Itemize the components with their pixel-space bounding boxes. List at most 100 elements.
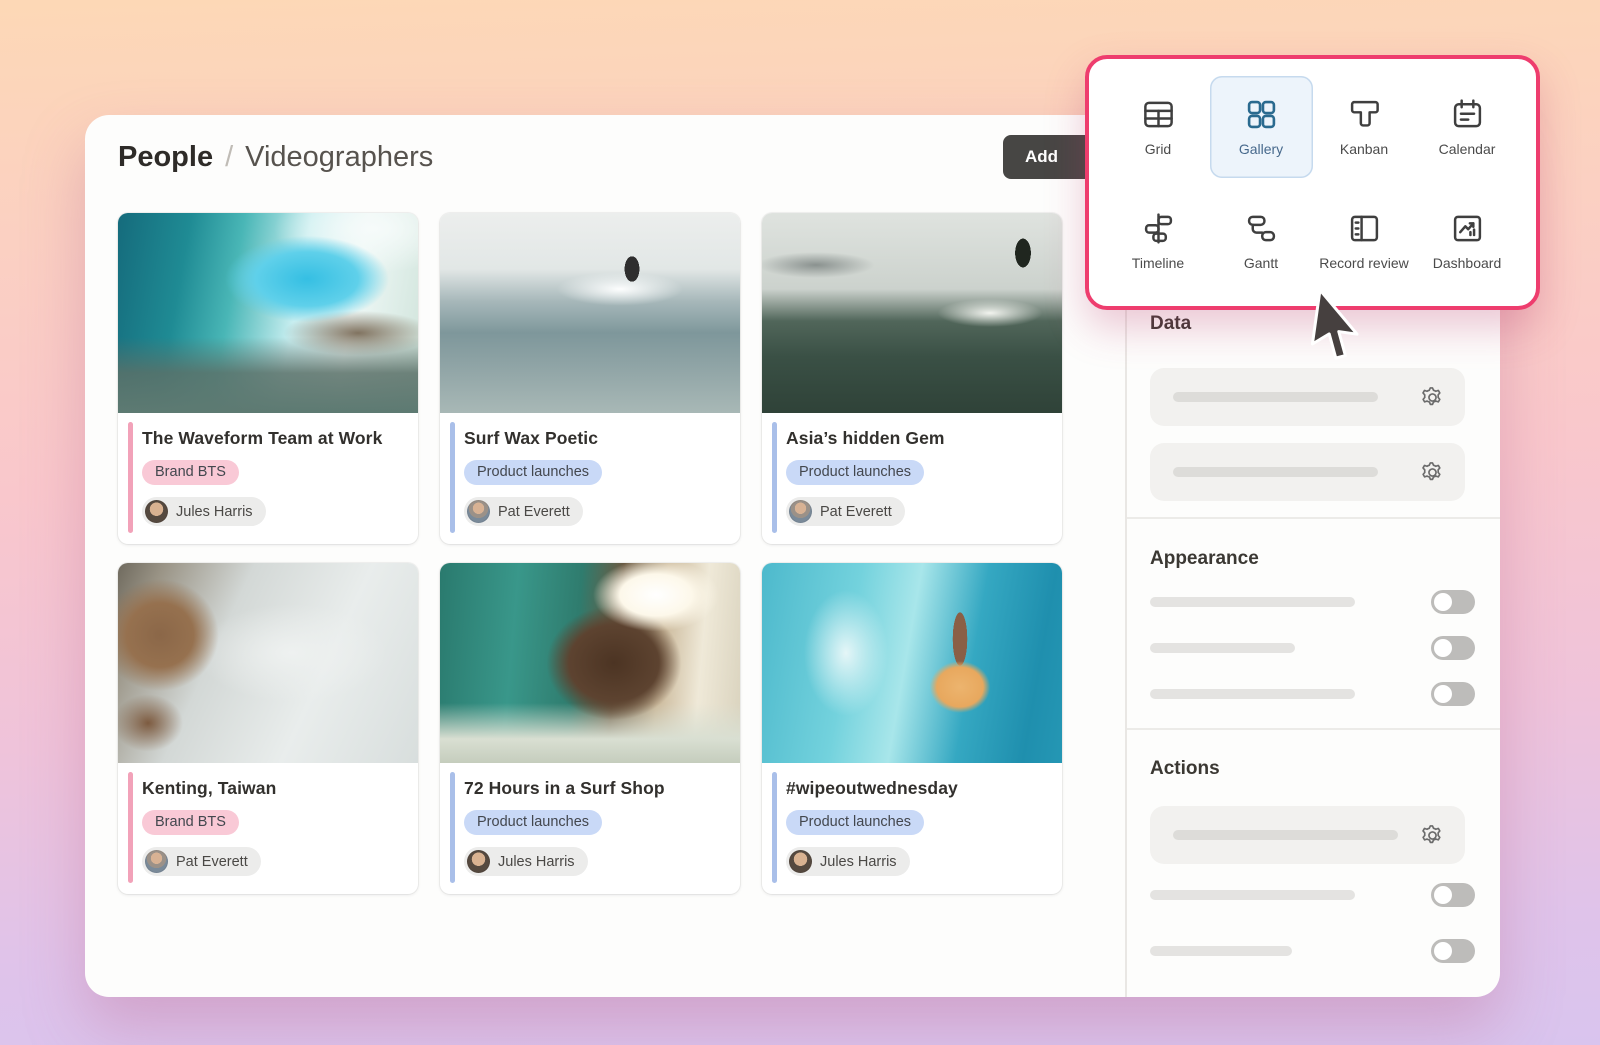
breadcrumb: People / Videographers xyxy=(118,141,433,174)
card-body: 72 Hours in a Surf Shop Product launches… xyxy=(440,763,740,890)
assignee-name: Jules Harris xyxy=(176,504,253,520)
card-title: Kenting, Taiwan xyxy=(142,778,404,799)
toggle-switch[interactable] xyxy=(1431,939,1475,963)
assignee-name: Jules Harris xyxy=(820,854,897,870)
view-option-kanban[interactable]: Kanban xyxy=(1313,76,1416,178)
breadcrumb-table-name[interactable]: People xyxy=(118,141,213,174)
view-option-label: Gallery xyxy=(1239,141,1283,157)
card-body: Kenting, Taiwan Brand BTS Pat Everett xyxy=(118,763,418,890)
gallery-card-grid: The Waveform Team at Work Brand BTS Jule… xyxy=(118,213,1062,894)
card-photo xyxy=(118,563,418,763)
card-photo xyxy=(118,213,418,413)
view-option-label: Dashboard xyxy=(1433,255,1502,271)
breadcrumb-view-name[interactable]: Videographers xyxy=(245,141,433,174)
assignee-name: Jules Harris xyxy=(498,854,575,870)
avatar xyxy=(145,850,168,873)
view-option-gantt[interactable]: Gantt xyxy=(1210,190,1313,292)
view-option-label: Kanban xyxy=(1340,141,1388,157)
assignee-name: Pat Everett xyxy=(820,504,892,520)
view-option-gallery-selected[interactable]: Gallery xyxy=(1210,76,1313,178)
toggle-switch[interactable] xyxy=(1431,682,1475,706)
gallery-card[interactable]: The Waveform Team at Work Brand BTS Jule… xyxy=(118,213,418,544)
tag-pill: Product launches xyxy=(786,810,924,835)
section-title-appearance: Appearance xyxy=(1150,548,1259,570)
assignee-pill: Pat Everett xyxy=(464,497,583,526)
card-photo xyxy=(762,213,1062,413)
section-divider xyxy=(1127,517,1500,519)
card-body: #wipeoutwednesday Product launches Jules… xyxy=(762,763,1062,890)
assignee-pill: Pat Everett xyxy=(142,847,261,876)
gallery-card[interactable]: Kenting, Taiwan Brand BTS Pat Everett xyxy=(118,563,418,894)
view-option-label: Grid xyxy=(1145,141,1171,157)
avatar xyxy=(789,500,812,523)
gallery-card[interactable]: 72 Hours in a Surf Shop Product launches… xyxy=(440,563,740,894)
data-field-row[interactable] xyxy=(1150,443,1465,501)
view-option-label: Record review xyxy=(1319,255,1408,271)
field-placeholder xyxy=(1173,392,1378,402)
breadcrumb-separator: / xyxy=(225,141,233,174)
view-option-label: Gantt xyxy=(1244,255,1278,271)
calendar-view-icon xyxy=(1450,97,1485,132)
option-label-placeholder xyxy=(1150,689,1355,699)
view-option-grid[interactable]: Grid xyxy=(1107,76,1210,178)
timeline-view-icon xyxy=(1141,211,1176,246)
card-title: Surf Wax Poetic xyxy=(464,428,726,449)
app-screenshot: People / Videographers Add The Waveform … xyxy=(0,0,1600,1045)
gear-icon[interactable] xyxy=(1420,823,1445,848)
appearance-option-row xyxy=(1150,636,1475,660)
tag-pill: Product launches xyxy=(464,810,602,835)
gallery-view-icon xyxy=(1244,97,1279,132)
card-body: Asia’s hidden Gem Product launches Pat E… xyxy=(762,413,1062,540)
tag-pill: Brand BTS xyxy=(142,810,239,835)
tag-pill: Product launches xyxy=(786,460,924,485)
record-review-view-icon xyxy=(1347,211,1382,246)
grid-view-icon xyxy=(1141,97,1176,132)
section-title-data: Data xyxy=(1150,313,1191,335)
card-photo xyxy=(440,563,740,763)
section-divider xyxy=(1127,728,1500,730)
action-field-row[interactable] xyxy=(1150,806,1465,864)
view-option-record-review[interactable]: Record review xyxy=(1313,190,1416,292)
avatar xyxy=(145,500,168,523)
gallery-card[interactable]: Surf Wax Poetic Product launches Pat Eve… xyxy=(440,213,740,544)
toggle-switch[interactable] xyxy=(1431,590,1475,614)
option-label-placeholder xyxy=(1150,890,1355,900)
view-option-calendar[interactable]: Calendar xyxy=(1416,76,1519,178)
dashboard-view-icon xyxy=(1450,211,1485,246)
tag-pill: Brand BTS xyxy=(142,460,239,485)
assignee-pill: Jules Harris xyxy=(786,847,910,876)
card-title: #wipeoutwednesday xyxy=(786,778,1048,799)
gallery-card[interactable]: #wipeoutwednesday Product launches Jules… xyxy=(762,563,1062,894)
option-label-placeholder xyxy=(1150,643,1295,653)
tag-pill: Product launches xyxy=(464,460,602,485)
card-title: Asia’s hidden Gem xyxy=(786,428,1048,449)
mouse-cursor xyxy=(1300,282,1370,377)
card-title: 72 Hours in a Surf Shop xyxy=(464,778,726,799)
view-option-dashboard[interactable]: Dashboard xyxy=(1416,190,1519,292)
toggle-switch[interactable] xyxy=(1431,636,1475,660)
gear-icon[interactable] xyxy=(1420,460,1445,485)
gear-icon[interactable] xyxy=(1420,385,1445,410)
view-option-timeline[interactable]: Timeline xyxy=(1107,190,1210,292)
card-photo xyxy=(762,563,1062,763)
toggle-switch[interactable] xyxy=(1431,883,1475,907)
avatar xyxy=(789,850,812,873)
option-label-placeholder xyxy=(1150,946,1292,956)
action-option-row xyxy=(1150,883,1475,907)
card-body: Surf Wax Poetic Product launches Pat Eve… xyxy=(440,413,740,540)
card-body: The Waveform Team at Work Brand BTS Jule… xyxy=(118,413,418,540)
card-photo xyxy=(440,213,740,413)
kanban-view-icon xyxy=(1347,97,1382,132)
option-label-placeholder xyxy=(1150,597,1355,607)
assignee-name: Pat Everett xyxy=(498,504,570,520)
view-option-label: Timeline xyxy=(1132,255,1184,271)
appearance-option-row xyxy=(1150,590,1475,614)
appearance-option-row xyxy=(1150,682,1475,706)
field-placeholder xyxy=(1173,830,1398,840)
view-option-label: Calendar xyxy=(1439,141,1496,157)
card-title: The Waveform Team at Work xyxy=(142,428,404,449)
gantt-view-icon xyxy=(1244,211,1279,246)
section-title-actions: Actions xyxy=(1150,758,1220,780)
avatar xyxy=(467,500,490,523)
gallery-card[interactable]: Asia’s hidden Gem Product launches Pat E… xyxy=(762,213,1062,544)
